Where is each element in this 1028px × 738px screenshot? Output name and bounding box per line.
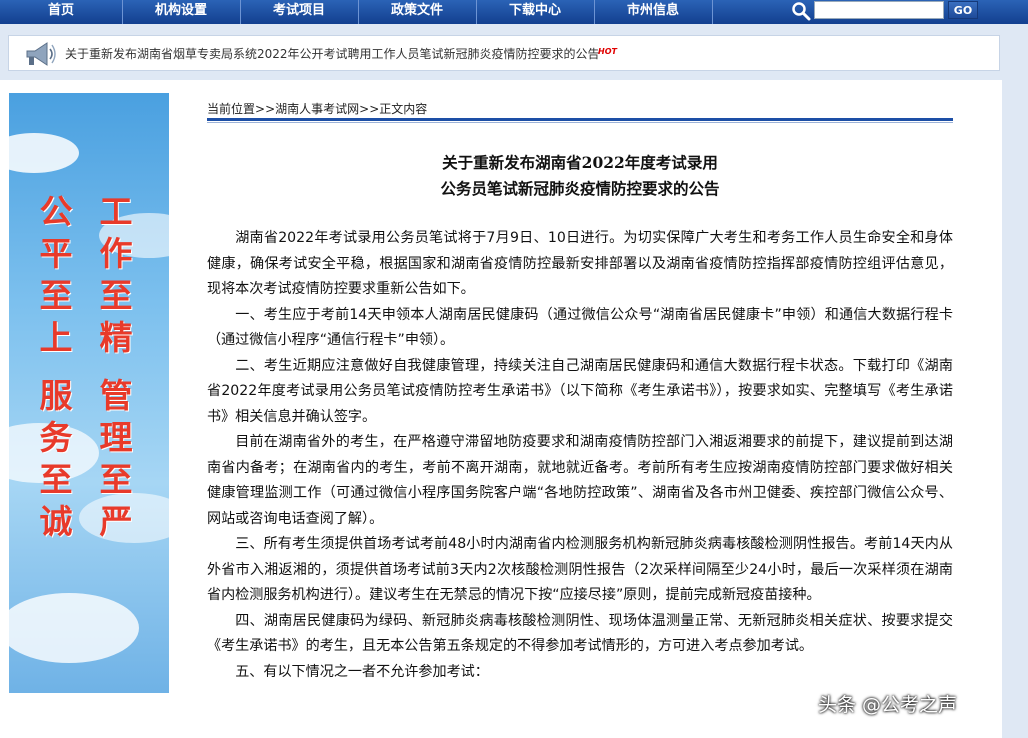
slogan-banner: 公平至上 工作至精 服务至诚 管理至严 xyxy=(9,93,169,693)
notice-bar: 关于重新发布湖南省烟草专卖局系统2022年公开考试聘用工作人员笔试新冠肺炎疫情防… xyxy=(8,35,1000,71)
slogan-work: 工作至精 xyxy=(99,192,133,357)
search-input[interactable] xyxy=(814,1,944,19)
breadcrumb: 当前位置>>湖南人事考试网>>正文内容 xyxy=(207,100,427,117)
slogan-manage: 管理至严 xyxy=(99,376,133,541)
article-title: 关于重新发布湖南省2022年度考试录用 公务员笔试新冠肺炎疫情防控要求的公告 xyxy=(207,150,953,202)
nav-item-download-center[interactable]: 下载中心 xyxy=(476,0,595,24)
slogan-fair: 公平至上 xyxy=(39,192,73,357)
nav-item-home[interactable]: 首页 xyxy=(0,0,123,24)
nav-item-policy-files[interactable]: 政策文件 xyxy=(358,0,477,24)
article-paragraph: 目前在湖南省外的考生，在严格遵守滞留地防疫要求和湖南疫情防控部门入湘返湘要求的前… xyxy=(207,434,953,527)
article-paragraph: 四、湖南居民健康码为绿码、新冠肺炎病毒核酸检测阴性、现场体温测量正常、无新冠肺炎… xyxy=(207,612,953,655)
article-title-line2: 公务员笔试新冠肺炎疫情防控要求的公告 xyxy=(440,179,720,198)
article-paragraph: 一、考生应于考前14天申领本人湖南居民健康码（通过微信公众号“湖南省居民健康卡”… xyxy=(207,306,953,349)
search-icon xyxy=(792,2,811,21)
breadcrumb-label: 当前位置 xyxy=(207,102,256,116)
breadcrumb-link-exam-site[interactable]: 湖南人事考试网 xyxy=(275,102,359,116)
nav-item-exam-projects[interactable]: 考试项目 xyxy=(240,0,359,24)
breadcrumb-sep: >> xyxy=(255,102,276,116)
article-paragraph: 五、有以下情况之一者不允许参加考试： xyxy=(235,663,489,680)
article-title-line1: 关于重新发布湖南省2022年度考试录用 xyxy=(442,153,718,172)
breadcrumb-sep: >> xyxy=(359,102,380,116)
slogan-service: 服务至诚 xyxy=(39,376,73,541)
breadcrumb-divider xyxy=(207,118,953,121)
nav-item-city-info[interactable]: 市州信息 xyxy=(594,0,713,24)
main-content: 公平至上 工作至精 服务至诚 管理至严 当前位置>>湖南人事考试网>>正文内容 … xyxy=(0,80,1002,738)
search-button[interactable]: GO xyxy=(948,1,978,19)
top-nav: 首页 机构设置 考试项目 政策文件 下载中心 市州信息 GO xyxy=(0,0,1028,24)
hot-badge: HOT xyxy=(598,47,617,56)
megaphone-icon xyxy=(26,42,56,66)
article-paragraph: 湖南省2022年考试录用公务员笔试将于7月9日、10日进行。为切实保障广大考生和… xyxy=(207,230,953,297)
article-paragraph: 三、所有考生须提供首场考试考前48小时内湖南省内检测服务机构新冠肺炎病毒核酸检测… xyxy=(207,536,953,603)
notice-link[interactable]: 关于重新发布湖南省烟草专卖局系统2022年公开考试聘用工作人员笔试新冠肺炎疫情防… xyxy=(65,45,600,62)
watermark: 头条 @公考之声 xyxy=(818,694,958,716)
article-paragraph: 二、考生近期应注意做好自我健康管理，持续关注自己湖南居民健康码和通信大数据行程卡… xyxy=(207,357,953,425)
nav-item-organization[interactable]: 机构设置 xyxy=(122,0,241,24)
article-body: 湖南省2022年考试录用公务员笔试将于7月9日、10日进行。为切实保障广大考生和… xyxy=(207,226,953,685)
breadcrumb-divider-thin xyxy=(207,122,953,123)
breadcrumb-current: 正文内容 xyxy=(379,102,428,116)
